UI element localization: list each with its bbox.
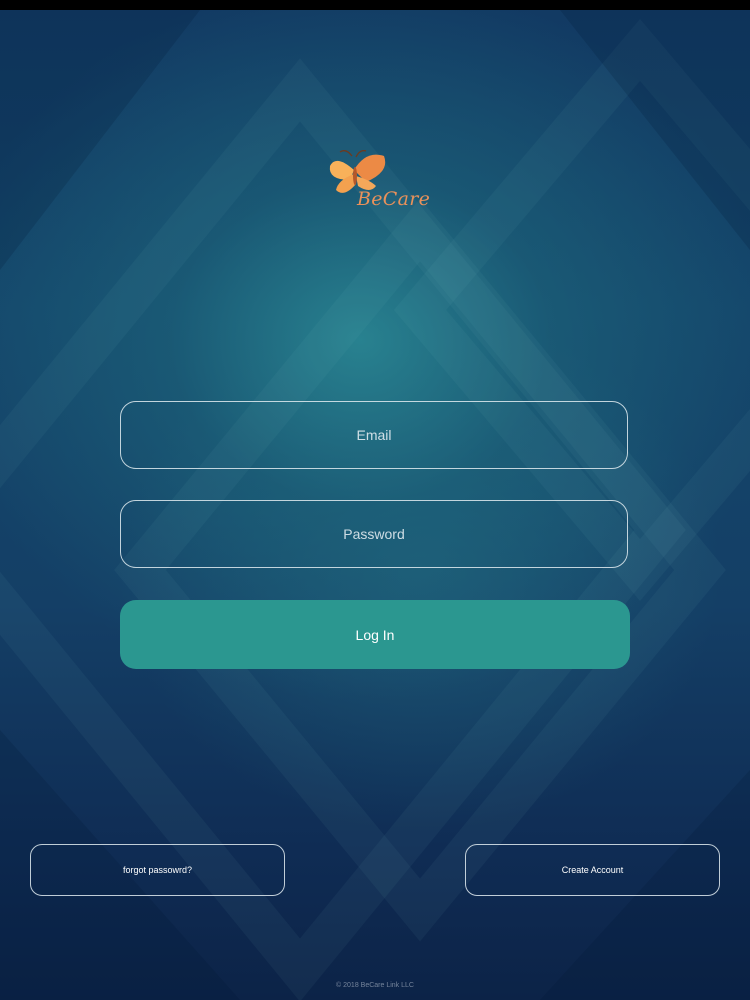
copyright-footer: © 2018 BeCare Link LLC [336,982,414,989]
forgot-password-button[interactable]: forgot passowrd? [30,844,285,896]
password-field[interactable] [120,500,628,568]
login-button[interactable]: Log In [120,600,630,669]
create-account-button[interactable]: Create Account [465,844,720,896]
email-field[interactable] [120,401,628,469]
status-bar [0,0,750,10]
brand-logo-text: BeCare [357,188,431,210]
